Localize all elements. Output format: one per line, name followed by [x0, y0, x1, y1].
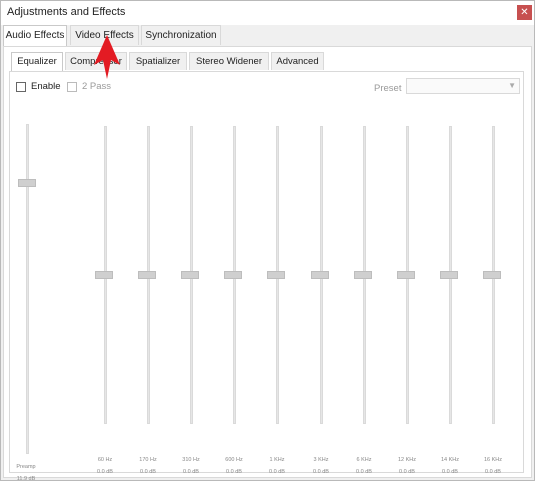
preamp-value: 11.9 dB [16, 476, 36, 481]
band-frequency-label: 16 KHz [483, 457, 503, 463]
two-pass-label: 2 Pass [82, 81, 112, 92]
band-value-label: 0.0 dB [313, 469, 329, 475]
tab-spatializer[interactable]: Spatializer [129, 52, 187, 70]
band-value-label: 0.0 dB [183, 469, 199, 475]
band-slider-knob[interactable] [311, 271, 329, 279]
band-slider-knob[interactable] [138, 271, 156, 279]
enable-checkbox-row[interactable]: Enable [16, 81, 61, 92]
band-value-label: 0.0 dB [442, 469, 458, 475]
band-slider-knob[interactable] [181, 271, 199, 279]
preset-dropdown[interactable]: ▼ [406, 78, 520, 94]
two-pass-checkbox-row[interactable]: 2 Pass [67, 81, 111, 92]
pointer-arrow-icon [94, 35, 120, 79]
adjustments-window: Adjustments and Effects ✕ Audio Effects … [0, 0, 535, 481]
band-value-label: 0.0 dB [399, 469, 415, 475]
band-frequency-label: 3 KHz [313, 457, 329, 463]
band-value-label: 0.0 dB [356, 469, 372, 475]
band-frequency-label: 310 Hz [182, 457, 200, 463]
band-frequency-label: 60 Hz [97, 457, 113, 463]
preamp-label: Preamp [16, 464, 36, 470]
band-value-label: 0.0 dB [269, 469, 285, 475]
band-value-label: 0.0 dB [97, 469, 113, 475]
audio-effects-panel: Equalizer Compressor Spatializer Stereo … [3, 46, 532, 480]
band-slider-knob[interactable] [95, 271, 113, 279]
band-frequency-label: 600 Hz [225, 457, 243, 463]
enable-label: Enable [31, 81, 61, 92]
preset-label: Preset [374, 83, 402, 94]
close-icon: ✕ [520, 7, 529, 18]
band-frequency-label: 12 KHz [397, 457, 417, 463]
band-value-label: 0.0 dB [485, 469, 501, 475]
title-bar[interactable]: Adjustments and Effects ✕ [1, 1, 534, 25]
two-pass-checkbox[interactable] [67, 81, 77, 92]
band-value-label: 0.0 dB [226, 469, 242, 475]
band-value-label: 0.0 dB [140, 469, 156, 475]
band-frequency-label: 14 KHz [440, 457, 460, 463]
band-slider-knob[interactable] [483, 271, 501, 279]
band-frequency-label: 6 KHz [356, 457, 372, 463]
tab-advanced[interactable]: Advanced [271, 52, 324, 70]
band-slider-knob[interactable] [354, 271, 372, 279]
window-title: Adjustments and Effects [7, 6, 126, 18]
preamp-slider-track[interactable] [26, 124, 29, 454]
band-slider-knob[interactable] [397, 271, 415, 279]
band-frequency-label: 170 Hz [139, 457, 157, 463]
band-slider-knob[interactable] [224, 271, 242, 279]
close-button[interactable]: ✕ [517, 5, 532, 20]
chevron-down-icon: ▼ [508, 81, 516, 90]
band-frequency-label: 1 KHz [269, 457, 285, 463]
tab-stereo-widener[interactable]: Stereo Widener [189, 52, 269, 70]
tab-synchronization[interactable]: Synchronization [141, 25, 221, 45]
tab-equalizer[interactable]: Equalizer [11, 52, 63, 72]
equalizer-panel: Enable 2 Pass Preset ▼ Preamp 11.9 dB 60 H… [9, 71, 524, 480]
band-slider-knob[interactable] [440, 271, 458, 279]
preamp-slider-knob[interactable] [18, 179, 36, 188]
band-slider-knob[interactable] [267, 271, 285, 279]
tab-audio-effects[interactable]: Audio Effects [3, 25, 67, 47]
enable-checkbox[interactable] [16, 81, 26, 92]
